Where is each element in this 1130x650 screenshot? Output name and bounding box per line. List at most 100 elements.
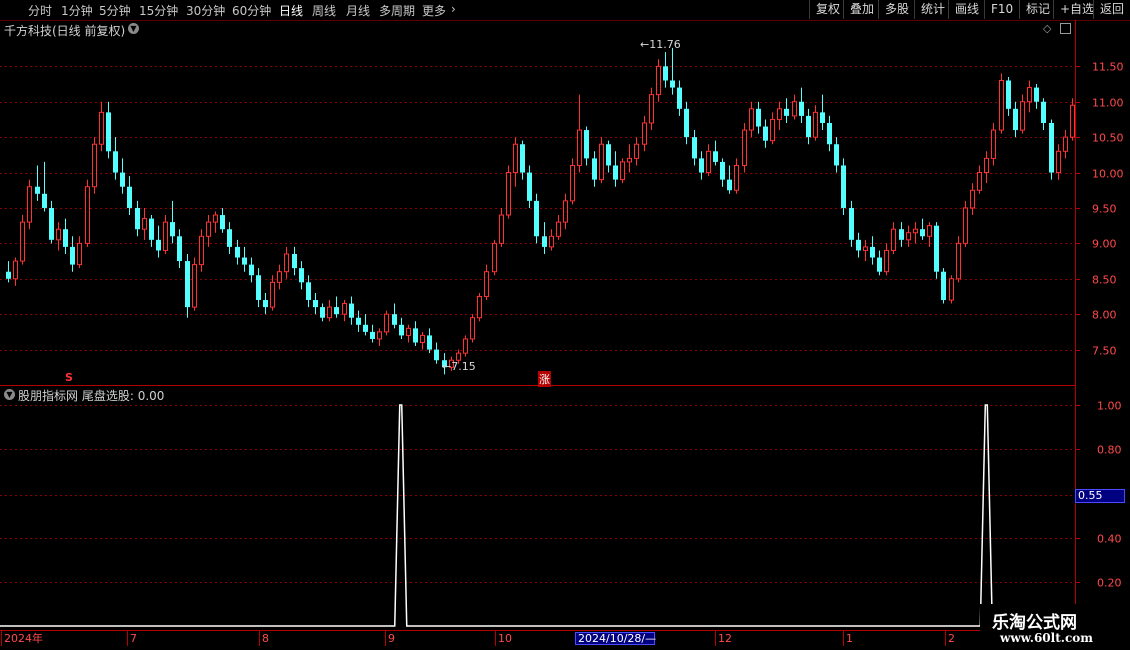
candle-body	[284, 253, 289, 273]
candle	[634, 137, 639, 166]
time-tick-label: 9	[388, 632, 395, 645]
candle-body	[634, 143, 639, 159]
candle-body	[991, 129, 996, 159]
cursor-date-box: 2024/10/28/—	[575, 632, 656, 645]
candle-body	[670, 80, 675, 88]
candle	[849, 200, 854, 247]
candle-body	[363, 324, 368, 332]
candle	[584, 126, 589, 166]
candle	[977, 165, 982, 194]
indicator-line	[0, 404, 1075, 627]
candle	[527, 165, 532, 208]
candle-body	[727, 179, 732, 191]
candle-body	[827, 122, 832, 145]
candle	[649, 87, 654, 131]
chevron-down-icon[interactable]: ▼	[4, 389, 15, 400]
candle	[806, 108, 811, 145]
candle	[63, 218, 68, 254]
candle-body	[85, 186, 90, 244]
candle	[142, 207, 147, 240]
candle	[556, 215, 561, 240]
candle	[684, 101, 689, 145]
candle	[777, 101, 782, 131]
candle-body	[692, 137, 697, 159]
candle-body	[406, 327, 411, 336]
candle	[384, 310, 389, 336]
indicator-panel: 1.00 0.80 0.40 0.20	[0, 400, 1122, 627]
candle-body	[77, 242, 82, 266]
candle-body	[792, 101, 797, 117]
candle	[306, 275, 311, 308]
candle	[1013, 101, 1018, 138]
candle	[156, 225, 161, 258]
price-axis: 7.50 8.00 8.50 9.00 9.50 10.00 10.50 11.00 11.50	[1075, 61, 1124, 358]
candle-body	[527, 172, 532, 201]
candle-body	[706, 150, 711, 174]
high-price-label: ←11.76	[640, 38, 681, 51]
candle-body	[513, 143, 518, 174]
candle-body	[427, 335, 432, 350]
candle-body	[1063, 136, 1068, 152]
candle-body	[206, 221, 211, 237]
price-tick-label: 11.00	[1092, 97, 1124, 110]
candle-body	[120, 172, 125, 187]
candle	[377, 328, 382, 347]
candle	[1049, 119, 1054, 180]
candle-body	[913, 228, 918, 234]
candle-body	[270, 281, 275, 308]
candle-body	[877, 257, 882, 272]
candle	[277, 264, 282, 290]
candle	[85, 179, 90, 247]
candle	[106, 101, 111, 159]
candle	[120, 158, 125, 194]
low-price-label: ←7.15	[442, 360, 476, 373]
candle-body	[227, 229, 232, 247]
candle	[677, 80, 682, 116]
candle	[284, 246, 289, 279]
candle-body	[299, 268, 304, 283]
candle	[627, 144, 632, 173]
candle	[963, 200, 968, 247]
candle-body	[649, 94, 654, 124]
candle	[991, 122, 996, 166]
candle	[970, 183, 975, 216]
candle-body	[256, 275, 261, 301]
candle-body	[1049, 122, 1054, 173]
candle	[599, 137, 604, 184]
candle-body	[506, 172, 511, 216]
candle	[363, 314, 368, 336]
candle	[170, 200, 175, 244]
candle-body	[235, 246, 240, 258]
candle-body	[642, 122, 647, 145]
candle-body	[934, 225, 939, 272]
candle	[592, 151, 597, 187]
candle	[784, 98, 789, 123]
candle	[884, 243, 889, 276]
candle-body	[463, 338, 468, 354]
candle	[663, 52, 668, 88]
candle	[799, 87, 804, 123]
candle	[392, 303, 397, 329]
candle	[49, 200, 54, 244]
candle	[756, 101, 761, 134]
candle-body	[663, 66, 668, 81]
candle-body	[720, 161, 725, 180]
candle-body	[99, 111, 104, 145]
candle	[870, 236, 875, 265]
candle-body	[699, 158, 704, 173]
candle-body	[534, 200, 539, 237]
candle	[342, 300, 347, 322]
candle	[742, 122, 747, 173]
candle-body	[999, 79, 1004, 131]
candle-body	[1006, 80, 1011, 109]
candle-body	[185, 261, 190, 308]
candle-body	[613, 165, 618, 180]
candle	[1006, 76, 1011, 116]
candle-body	[984, 157, 989, 174]
candle-body	[577, 129, 582, 166]
candle-body	[592, 158, 597, 180]
candle-body	[627, 157, 632, 163]
candle	[1041, 98, 1046, 131]
candle-body	[13, 260, 18, 280]
candle	[256, 268, 261, 308]
